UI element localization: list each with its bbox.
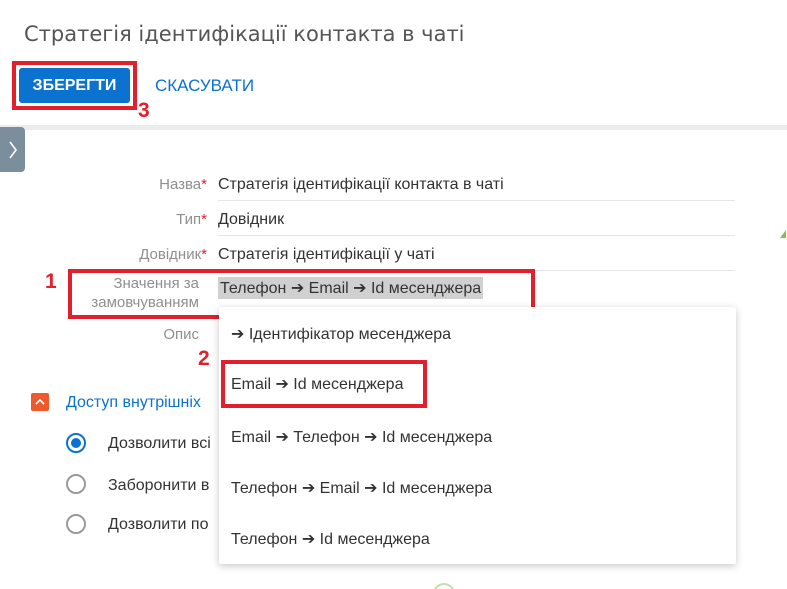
access-section-title[interactable]: Доступ внутрішніх xyxy=(66,394,201,412)
access-radio-deny-label: Заборонити в xyxy=(108,477,210,494)
required-asterisk: * xyxy=(201,211,207,228)
access-radio-allow-all-label: Дозволити всі xyxy=(108,435,211,452)
status-indicator xyxy=(433,583,455,589)
required-asterisk: * xyxy=(201,176,207,193)
access-radio-deny[interactable] xyxy=(66,474,86,494)
step-marker-3: 3 xyxy=(138,99,150,122)
save-button[interactable]: ЗБЕРЕГТИ xyxy=(19,68,130,103)
field-marker-icon xyxy=(780,230,786,238)
chevron-up-icon xyxy=(35,398,45,405)
name-field-label: Назва* xyxy=(159,176,207,193)
access-radio-allow-by-label: Дозволити по xyxy=(108,516,209,533)
page-title: Стратегія ідентифікації контакта в чаті xyxy=(24,22,465,46)
dropdown-option[interactable]: ➔ Ідентифікатор месенджера xyxy=(231,324,451,344)
access-radio-allow-all[interactable] xyxy=(66,433,86,453)
description-field-label: Опис xyxy=(163,326,199,343)
step-marker-2: 2 xyxy=(198,347,210,370)
header-divider xyxy=(0,125,787,130)
section-collapse-button[interactable] xyxy=(31,393,49,411)
dropdown-option[interactable]: Телефон ➔ Id месенджера xyxy=(231,529,430,549)
access-radio-allow-by[interactable] xyxy=(66,514,86,534)
chevron-right-icon xyxy=(8,141,17,158)
lookup-field-value[interactable]: Стратегія ідентифікації у чаті xyxy=(218,246,435,264)
name-field-underline xyxy=(218,200,735,201)
dropdown-option[interactable]: Телефон ➔ Email ➔ Id месенджера xyxy=(231,478,492,498)
required-asterisk: * xyxy=(201,246,207,263)
type-field-underline xyxy=(218,235,735,236)
dropdown-option-highlight-box xyxy=(221,360,427,408)
dropdown-option[interactable]: Email ➔ Телефон ➔ Id месенджера xyxy=(231,427,492,447)
cancel-button[interactable]: СКАСУВАТИ xyxy=(155,76,254,96)
sidebar-toggle-button[interactable] xyxy=(0,127,25,172)
default-value-dropdown-list: ➔ Ідентифікатор месенджера Email ➔ Id ме… xyxy=(219,307,736,564)
name-field-value[interactable]: Стратегія ідентифікації контакта в чаті xyxy=(218,176,504,194)
type-field-value[interactable]: Довідник xyxy=(218,211,284,229)
type-field-label: Тип* xyxy=(176,211,207,228)
lookup-field-label: Довідник* xyxy=(139,246,207,263)
